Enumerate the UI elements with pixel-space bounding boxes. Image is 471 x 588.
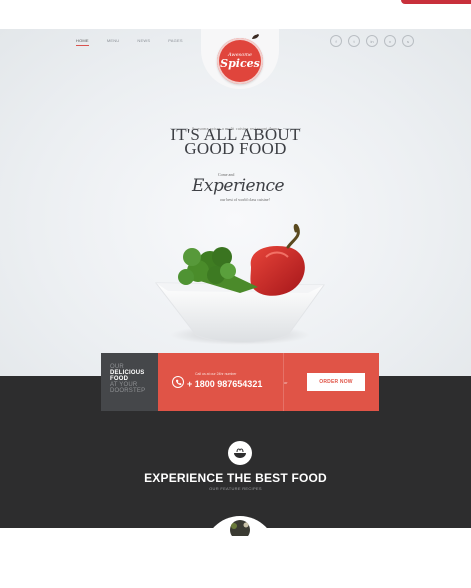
linkedin-icon[interactable]: in: [366, 35, 378, 47]
phone-icon: [172, 376, 184, 388]
vegetable-bowl-image: [154, 223, 325, 345]
hero-headline: IT'S ALL ABOUT GOOD FOOD: [0, 126, 471, 158]
order-now-button[interactable]: ORDER NOW: [307, 373, 365, 391]
promo-line5: DOORSTEP: [110, 388, 146, 394]
world-class-text: our best of world class cuisine!: [220, 197, 270, 202]
call-order-panel: Call us at our 24hr number + 1800 987654…: [158, 353, 379, 411]
order-cta-bar: OUR DELICIOUS FOOD AT YOUR DOORSTEP Call…: [101, 353, 379, 411]
phone-number[interactable]: + 1800 987654321: [187, 379, 262, 389]
skype-icon[interactable]: s: [402, 35, 414, 47]
experience-text: Experience: [192, 176, 285, 196]
top-accent-flag: [401, 0, 471, 4]
or-text: or: [284, 380, 288, 385]
headline-line2: GOOD FOOD: [184, 139, 287, 158]
section-subtitle: OUR FEATURE RECIPES: [209, 486, 262, 491]
call-label: Call us at our 24hr number: [195, 372, 237, 376]
food-bowl-icon: [228, 441, 252, 465]
featured-recipe-plate[interactable]: [204, 516, 276, 588]
delivery-promo: OUR DELICIOUS FOOD AT YOUR DOORSTEP: [101, 353, 158, 411]
leaf-icon: [252, 34, 260, 39]
logo-line2: Spices: [220, 56, 260, 70]
nav-item-pages[interactable]: PAGES: [168, 38, 183, 43]
site-logo[interactable]: Awesome Spices: [217, 34, 263, 84]
nav-item-home[interactable]: HOME: [76, 38, 89, 46]
nav-item-menu[interactable]: MENU: [107, 38, 120, 43]
nav-item-news[interactable]: NEWS: [137, 38, 150, 43]
experience-script: Come and Experience our best of world cl…: [192, 169, 302, 209]
top-strip: [0, 0, 471, 29]
facebook-icon[interactable]: f: [330, 35, 342, 47]
vimeo-icon[interactable]: v: [384, 35, 396, 47]
social-links: f t in v s: [330, 35, 414, 47]
section-title: EXPERIENCE THE BEST FOOD: [144, 471, 327, 485]
twitter-icon[interactable]: t: [348, 35, 360, 47]
hero-section: HOME MENU NEWS PAGES Awesome Spices f t …: [0, 29, 471, 376]
main-nav: HOME MENU NEWS PAGES: [76, 38, 201, 46]
